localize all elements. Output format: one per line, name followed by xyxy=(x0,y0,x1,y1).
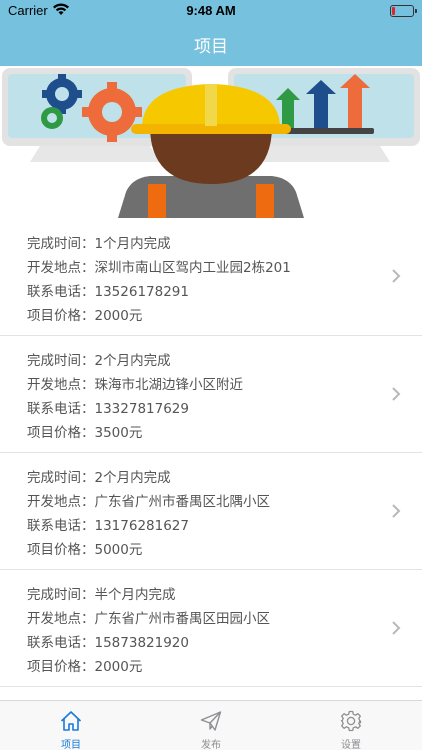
completion-time-row: 完成时间：半个月内完成 xyxy=(27,587,176,603)
home-icon xyxy=(60,711,82,731)
tab-label: 设置 xyxy=(341,740,361,750)
location-row: 开发地点：珠海市北湖边锋小区附近 xyxy=(27,377,243,393)
battery-icon xyxy=(390,5,417,17)
status-bar: Carrier 9:48 AM xyxy=(0,0,422,22)
page-title: 项目 xyxy=(194,37,228,57)
tab-projects[interactable]: 项目 xyxy=(21,701,121,750)
completion-time-row: 完成时间：2个月内完成 xyxy=(27,470,171,486)
chevron-right-icon xyxy=(392,504,401,518)
price-row: 项目价格：2000元 xyxy=(27,659,143,675)
price-row: 项目价格：5000元 xyxy=(27,542,143,558)
tab-label: 项目 xyxy=(61,740,81,750)
tab-label: 发布 xyxy=(201,740,221,750)
price-row: 项目价格：3500元 xyxy=(27,425,143,441)
phone-row: 联系电话：13176281627 xyxy=(27,518,189,534)
chevron-right-icon xyxy=(392,387,401,401)
gear-icon xyxy=(340,710,362,732)
project-item[interactable]: 完成时间：半个月内完成 开发地点：广东省广州市番禺区田园小区 联系电话：1587… xyxy=(0,570,422,687)
gear-illustration-green xyxy=(41,107,63,129)
phone-row: 联系电话：15873821920 xyxy=(27,635,189,651)
tab-publish[interactable]: 发布 xyxy=(161,701,261,750)
project-item[interactable]: 完成时间：1个月内完成 开发地点：深圳市南山区驾内工业园2栋201 联系电话：1… xyxy=(0,218,422,336)
clock: 9:48 AM xyxy=(186,3,236,18)
chevron-right-icon xyxy=(392,269,401,283)
paper-plane-icon xyxy=(200,711,222,731)
location-row: 开发地点：广东省广州市番禺区田园小区 xyxy=(27,611,270,627)
completion-time-row: 完成时间：2个月内完成 xyxy=(27,353,171,369)
tab-bar: 项目 发布 设置 xyxy=(0,700,422,750)
phone-row: 联系电话：13526178291 xyxy=(27,284,189,300)
completion-time-row: 完成时间：1个月内完成 xyxy=(27,236,171,252)
worker-illustration xyxy=(2,68,420,218)
project-list: 完成时间：1个月内完成 开发地点：深圳市南山区驾内工业园2栋201 联系电话：1… xyxy=(0,218,422,687)
banner-illustration xyxy=(0,66,422,218)
project-item[interactable]: 完成时间：2个月内完成 开发地点：珠海市北湖边锋小区附近 联系电话：133278… xyxy=(0,336,422,453)
project-item[interactable]: 完成时间：2个月内完成 开发地点：广东省广州市番禺区北隅小区 联系电话：1317… xyxy=(0,453,422,570)
price-row: 项目价格：2000元 xyxy=(27,308,143,324)
location-row: 开发地点：广东省广州市番禺区北隅小区 xyxy=(27,494,270,510)
tab-settings[interactable]: 设置 xyxy=(301,701,401,750)
phone-row: 联系电话：13327817629 xyxy=(27,401,189,417)
location-row: 开发地点：深圳市南山区驾内工业园2栋201 xyxy=(27,260,291,276)
chevron-right-icon xyxy=(392,621,401,635)
